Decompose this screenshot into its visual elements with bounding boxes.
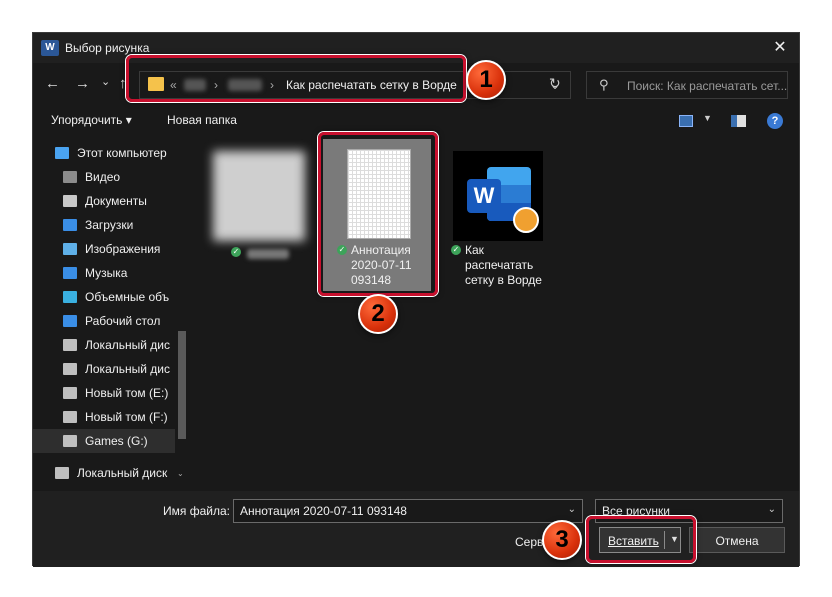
- sidebar-item-label: Новый том (E:): [85, 386, 169, 400]
- sidebar-item[interactable]: Документы: [33, 189, 175, 213]
- help-icon[interactable]: ?: [767, 113, 783, 129]
- highlight-address-bar: [126, 55, 466, 102]
- computer-icon: [55, 147, 69, 159]
- sidebar-item[interactable]: Видео: [33, 165, 175, 189]
- 3d-objects-icon: [63, 291, 77, 303]
- filename-label: Имя файла:: [163, 504, 230, 518]
- window-title: Выбор рисунка: [65, 41, 150, 55]
- back-arrow-icon[interactable]: ←: [45, 76, 60, 92]
- downloads-icon: [63, 219, 77, 231]
- sidebar-item-label: Этот компьютер: [77, 146, 167, 160]
- sidebar-scrollbar-thumb[interactable]: [178, 331, 186, 439]
- word-logo-icon: W: [41, 40, 59, 56]
- file-list: ✓ ✓ Аннотация 2020-07-11 093148 W ✓ Как …: [199, 135, 799, 491]
- drive-icon: [55, 467, 69, 479]
- view-options-icon[interactable]: [679, 115, 693, 127]
- sidebar-item[interactable]: Локальный диск: [33, 461, 175, 481]
- filename-value[interactable]: Аннотация 2020-07-11 093148: [240, 504, 407, 518]
- music-icon: [63, 267, 77, 279]
- organize-button[interactable]: Упорядочить ▾: [51, 113, 132, 127]
- sidebar-item[interactable]: Этот компьютер: [33, 141, 175, 165]
- highlight-insert-button: [586, 516, 696, 563]
- file-name-line: распечатать: [465, 258, 534, 272]
- search-input[interactable]: ⚲ Поиск: Как распечатать сет...: [586, 71, 788, 99]
- sync-status-icon: ✓: [231, 247, 241, 257]
- sidebar-item-label: Музыка: [85, 266, 128, 280]
- drive-icon: [63, 339, 77, 351]
- search-icon: ⚲: [599, 77, 609, 92]
- scroll-down-icon[interactable]: ⌄: [177, 469, 184, 478]
- highlight-selected-file: [318, 132, 438, 296]
- file-name-hidden: [247, 249, 289, 259]
- sidebar-item[interactable]: Объемные объ: [33, 285, 175, 309]
- service-button[interactable]: Серв: [515, 535, 543, 549]
- desktop-icon: [63, 315, 77, 327]
- cancel-button-label: Отмена: [715, 534, 759, 548]
- new-folder-button[interactable]: Новая папка: [167, 113, 237, 127]
- sidebar-item[interactable]: Новый том (F:): [33, 405, 175, 429]
- navigation-pane: Этот компьютер Видео Документы Загрузки Изоб…: [33, 141, 187, 481]
- drive-icon: [63, 435, 77, 447]
- sidebar-item-label: Документы: [85, 194, 147, 208]
- step-1-badge: 1: [466, 60, 506, 100]
- video-icon: [63, 171, 77, 183]
- view-options-dropdown-icon[interactable]: ▼: [703, 113, 712, 123]
- drive-icon: [63, 411, 77, 423]
- sidebar-item[interactable]: Локальный дис: [33, 357, 175, 381]
- sidebar-item-label: Локальный диск: [77, 466, 168, 480]
- chevron-down-icon[interactable]: ⌄: [768, 504, 776, 515]
- sidebar-item-label: Видео: [85, 170, 121, 184]
- sidebar-item-label: Games (G:): [85, 434, 148, 448]
- sidebar-item-label: Локальный дис: [85, 362, 170, 376]
- printer-overlay-icon: [513, 207, 539, 233]
- sidebar-item-label: Объемные объ: [85, 290, 170, 304]
- sidebar-item[interactable]: Games (G:): [33, 429, 175, 453]
- file-item[interactable]: ✓: [205, 143, 313, 293]
- drive-icon: [63, 363, 77, 375]
- sidebar-item-label: Новый том (F:): [85, 410, 168, 424]
- sidebar-item[interactable]: Локальный дис: [33, 333, 175, 357]
- close-button[interactable]: ✕: [767, 37, 793, 59]
- documents-icon: [63, 195, 77, 207]
- preview-pane-icon[interactable]: [731, 115, 746, 127]
- file-name-line: Как: [465, 243, 484, 257]
- file-item[interactable]: W ✓ Как распечатать сетку в Ворде: [443, 143, 551, 293]
- file-name-line: сетку в Ворде: [465, 273, 542, 287]
- sidebar-item-label: Рабочий стол: [85, 314, 161, 328]
- search-placeholder: Поиск: Как распечатать сет...: [627, 79, 787, 93]
- step-3-badge: 3: [542, 520, 582, 560]
- sync-status-icon: ✓: [451, 245, 461, 255]
- toolbar: Упорядочить ▾ Новая папка ▼ ?: [33, 107, 799, 135]
- sidebar-item-label: Изображения: [85, 242, 161, 256]
- sidebar-item[interactable]: Загрузки: [33, 213, 175, 237]
- recent-locations-icon[interactable]: ⌄: [101, 74, 110, 90]
- sidebar-item[interactable]: Изображения: [33, 237, 175, 261]
- file-thumbnail: [213, 151, 305, 241]
- sidebar-item[interactable]: Новый том (E:): [33, 381, 175, 405]
- sidebar-item-label: Загрузки: [85, 218, 134, 232]
- refresh-icon[interactable]: ↻: [549, 75, 561, 92]
- chevron-down-icon[interactable]: ⌄: [568, 504, 576, 515]
- forward-arrow-icon[interactable]: →: [75, 76, 90, 92]
- sidebar-item[interactable]: Рабочий стол: [33, 309, 175, 333]
- filename-input[interactable]: Аннотация 2020-07-11 093148 ⌄: [233, 499, 583, 523]
- file-dialog: W Выбор рисунка ✕ ← → ⌄ ↑ « › › Как расп…: [32, 32, 800, 567]
- cancel-button[interactable]: Отмена: [689, 527, 785, 553]
- word-logo-icon: W: [467, 179, 501, 213]
- sidebar-item-label: Локальный дис: [85, 338, 170, 352]
- sidebar-item[interactable]: Музыка: [33, 261, 175, 285]
- drive-icon: [63, 387, 77, 399]
- word-document-thumbnail: W: [453, 151, 543, 241]
- images-icon: [63, 243, 77, 255]
- step-2-badge: 2: [358, 294, 398, 334]
